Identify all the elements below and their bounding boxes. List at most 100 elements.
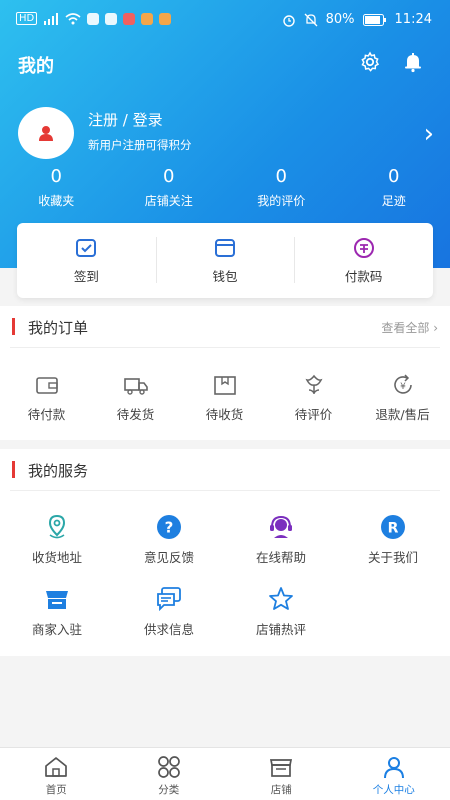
app-notification-icon [123, 12, 136, 25]
tab-label: 首页 [45, 784, 67, 796]
stat-value: 0 [388, 166, 400, 187]
tab-label: 个人中心 [372, 784, 415, 796]
order-refund-aftersale[interactable]: ¥ 退款/售后 [358, 372, 447, 423]
service-supply-demand[interactable]: 供求信息 [113, 571, 225, 643]
location-icon [48, 514, 66, 539]
order-pending-review[interactable]: 待评价 [269, 372, 358, 423]
pay-code-button[interactable]: 付款码 [294, 223, 433, 298]
service-label: 关于我们 [367, 550, 418, 565]
service-label: 在线帮助 [255, 550, 306, 565]
services-title: 我的服务 [28, 462, 89, 480]
stat-value: 0 [50, 166, 62, 187]
bottom-tab-bar: 首页 分类 店铺 个人中心 [0, 747, 450, 800]
tab-label: 分类 [158, 784, 180, 796]
refund-icon: ¥ [393, 374, 412, 394]
mute-icon [304, 13, 318, 26]
home-icon [45, 757, 68, 777]
wallet-button[interactable]: 钱包 [155, 223, 295, 298]
r-icon: R [381, 515, 405, 539]
settings-gear-icon[interactable] [358, 50, 382, 74]
order-pending-payment[interactable]: 待付款 [2, 372, 91, 423]
stats-row: 0 收藏夹 0 店铺关注 0 我的评价 0 足迹 [0, 166, 450, 216]
wallet-label: 钱包 [212, 269, 238, 284]
tab-shop[interactable]: 店铺 [225, 748, 338, 800]
signal-icon [44, 12, 59, 25]
svg-text:?: ? [165, 519, 174, 537]
tab-home[interactable]: 首页 [0, 748, 113, 800]
service-feedback[interactable]: ? 意见反馈 [113, 499, 225, 571]
app-notification-icon [159, 12, 172, 25]
view-all-orders-link[interactable]: 查看全部 › [381, 319, 438, 336]
app-notification-icon [87, 12, 100, 25]
service-label: 店铺热评 [255, 622, 306, 637]
battery-percent: 80% [325, 12, 355, 27]
checkin-label: 签到 [73, 269, 99, 284]
stat-followed-shops[interactable]: 0 店铺关注 [113, 166, 226, 216]
pay-code-icon [353, 238, 374, 258]
service-label: 商家入驻 [31, 622, 82, 637]
services-grid: 收货地址 ? 意见反馈 在线帮助 R 关于我们 商家入驻 供求信息 店铺热评 [0, 499, 450, 643]
star-icon [269, 587, 293, 610]
shop-icon [270, 759, 293, 777]
svg-text:¥: ¥ [400, 382, 406, 392]
pay-code-label: 付款码 [344, 269, 383, 284]
checkin-button[interactable]: 签到 [17, 223, 156, 298]
order-status-label: 待付款 [27, 407, 66, 422]
service-label: 意见反馈 [143, 550, 194, 565]
section-accent-bar [12, 461, 15, 478]
stat-label: 我的评价 [257, 194, 306, 208]
service-merchant-join[interactable]: 商家入驻 [1, 571, 113, 643]
login-register-row[interactable]: 注册 / 登录 新用户注册可得积分 › [18, 107, 438, 163]
chat-icon [157, 587, 181, 612]
bell-icon[interactable] [401, 50, 425, 74]
quick-actions-card: 签到 钱包 付款码 [17, 223, 433, 298]
tab-profile[interactable]: 个人中心 [338, 748, 450, 800]
stat-value: 0 [275, 166, 287, 187]
service-label: 收货地址 [31, 550, 82, 565]
stat-value: 0 [163, 166, 175, 187]
tab-category[interactable]: 分类 [113, 748, 226, 800]
chat-notification-icon [105, 12, 118, 25]
wallet-icon [215, 239, 235, 257]
tab-label: 店铺 [270, 784, 292, 796]
clock: 11:24 [394, 12, 432, 27]
orders-header: 我的订单 查看全部 › [10, 306, 440, 348]
headset-icon [270, 515, 292, 538]
stat-my-reviews[interactable]: 0 我的评价 [225, 166, 338, 216]
order-pending-receipt[interactable]: 待收货 [180, 372, 269, 423]
register-bonus-text: 新用户注册可得积分 [88, 138, 192, 152]
order-status-label: 退款/售后 [375, 407, 430, 422]
stat-favorites[interactable]: 0 收藏夹 [0, 166, 113, 216]
service-shipping-address[interactable]: 收货地址 [1, 499, 113, 571]
service-label: 供求信息 [143, 622, 194, 637]
order-pending-shipment[interactable]: 待发货 [91, 372, 180, 423]
orders-title: 我的订单 [28, 319, 89, 337]
page-title: 我的 [18, 56, 54, 77]
order-status-label: 待收货 [205, 407, 244, 422]
service-about-us[interactable]: R 关于我们 [337, 499, 449, 571]
section-accent-bar [12, 318, 15, 335]
category-icon [157, 756, 180, 778]
order-status-label: 待发货 [116, 407, 155, 422]
stat-label: 收藏夹 [38, 194, 75, 208]
alarm-icon [282, 14, 295, 27]
app-notification-icon [141, 12, 154, 25]
login-register-label: 注册 / 登录 [88, 111, 163, 129]
order-status-grid: 待付款 待发货 待收货 待评价 ¥ 退款/售后 [0, 372, 450, 423]
orders-section: 我的订单 查看全部 › 待付款 待发货 待收货 待评价 ¥ 退款/售后 [0, 306, 450, 440]
truck-icon [123, 378, 148, 395]
pending-payment-icon [35, 377, 58, 394]
stat-label: 足迹 [381, 194, 406, 208]
user-avatar-icon [39, 126, 53, 141]
store-icon [46, 591, 68, 609]
services-section: 我的服务 收货地址 ? 意见反馈 在线帮助 R 关于我们 商家入驻 供求信息 店 [0, 449, 450, 656]
service-shop-reviews[interactable]: 店铺热评 [225, 571, 337, 643]
wifi-icon [65, 12, 81, 24]
services-header: 我的服务 [10, 449, 440, 491]
service-online-help[interactable]: 在线帮助 [225, 499, 337, 571]
question-icon: ? [157, 515, 181, 539]
chevron-right-icon: › [423, 119, 434, 149]
stat-footprints[interactable]: 0 足迹 [338, 166, 450, 216]
status-bar: HD 80% 11:24 [0, 0, 450, 40]
stat-label: 店铺关注 [144, 194, 193, 208]
